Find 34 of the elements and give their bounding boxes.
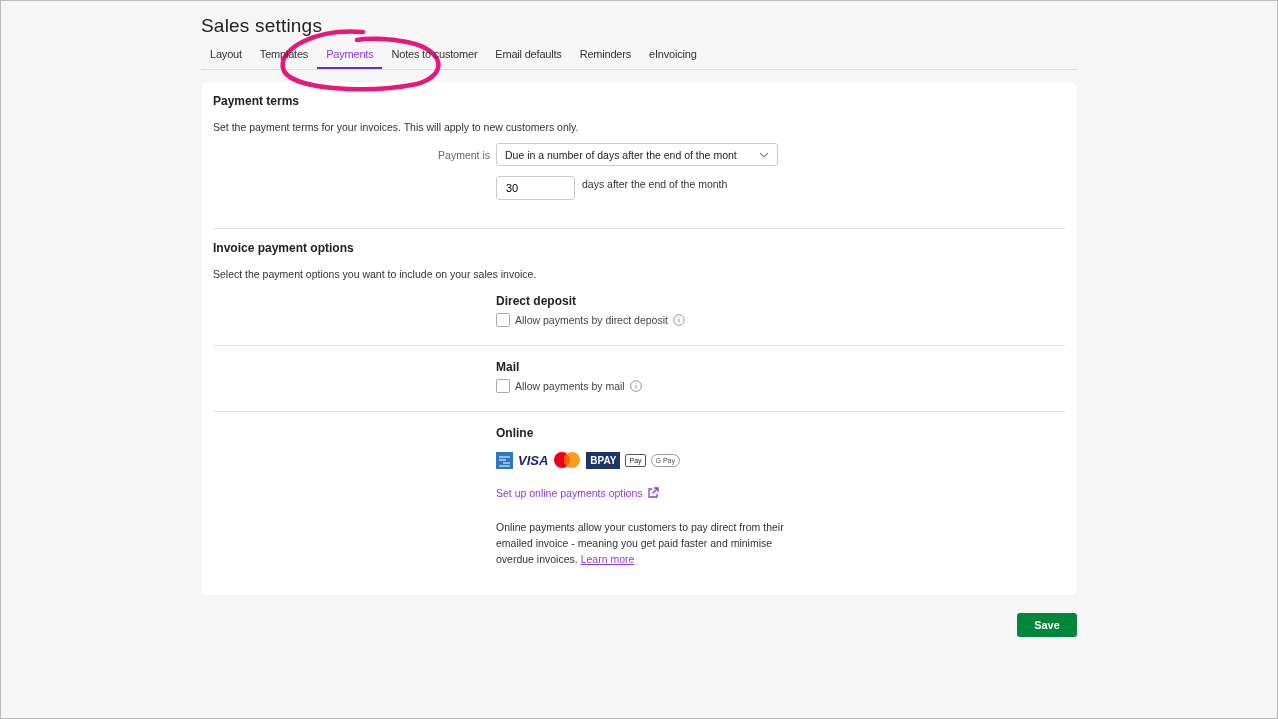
tab[interactable]: Email defaults <box>486 45 571 69</box>
tab[interactable]: eInvoicing <box>640 45 706 69</box>
page-title: Sales settings <box>201 15 324 37</box>
tab[interactable]: Layout <box>201 45 251 69</box>
mastercard-logo-icon <box>553 451 582 469</box>
info-icon[interactable] <box>672 314 685 326</box>
tab[interactable]: Reminders <box>570 45 641 69</box>
visa-logo-icon: VISA <box>518 452 549 468</box>
option-title: Mail <box>496 360 521 374</box>
info-icon[interactable] <box>629 380 642 392</box>
checkbox-label: Allow payments by mail <box>515 380 625 392</box>
tab[interactable]: Notes to customer <box>382 45 487 69</box>
section-description: Set the payment terms for your invoices. This will apply to new customers only. <box>213 121 580 133</box>
section-description: Select the payment options you want to include on your sales invoice. <box>213 268 538 280</box>
bpay-logo-icon: BPAY <box>586 451 621 469</box>
payment-terms-dropdown[interactable]: Due in a number of days after the end of the mont <box>496 143 778 166</box>
chevron-down-icon <box>759 151 769 158</box>
learn-more-link[interactable]: Learn more <box>580 553 635 565</box>
option-title: Online <box>496 426 535 440</box>
checkbox[interactable] <box>496 313 510 327</box>
days-input[interactable]: 30 <box>496 176 575 200</box>
save-button[interactable]: Save <box>1017 613 1077 637</box>
card-logo-icon <box>496 451 513 469</box>
days-suffix-text: days after the end of the month <box>582 178 728 190</box>
checkbox[interactable] <box>496 379 510 393</box>
section-heading: Payment terms <box>213 94 301 108</box>
tab[interactable]: Payments <box>317 45 383 69</box>
external-link-icon <box>646 487 659 499</box>
field-label: Payment is <box>437 148 491 161</box>
section-heading: Invoice payment options <box>213 241 355 255</box>
online-payments-description: Online payments allow your customers to pay direct from their emailed invoice - meaning you get paid faster and minimise overdue invoices. Learn more <box>496 520 785 567</box>
checkbox-label: Allow payments by direct deposit <box>515 314 668 326</box>
setup-online-payments-link[interactable]: Set up online payments options <box>496 487 659 499</box>
option-title: Direct deposit <box>496 294 577 308</box>
